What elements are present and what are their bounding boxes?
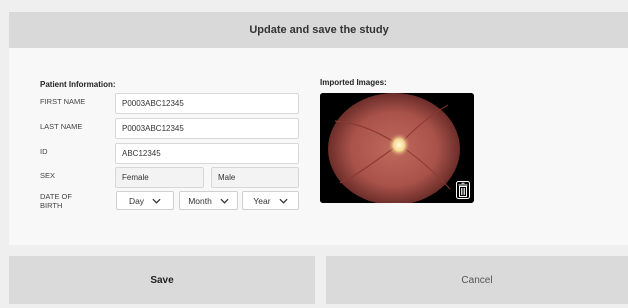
form-panel [9,48,628,245]
fundus-image [320,93,474,203]
chevron-down-icon [220,198,229,204]
id-field[interactable]: ABC12345 [115,143,299,164]
id-label: ID [40,147,48,156]
fundus-image-thumbnail[interactable] [320,93,474,203]
dob-label: DATE OF BIRTH [40,192,72,210]
cancel-button[interactable]: Cancel [326,256,628,304]
chevron-down-icon [279,198,288,204]
dialog-title: Update and save the study [249,24,389,36]
sex-option-female[interactable]: Female [115,167,204,188]
dialog-header: Update and save the study [9,12,628,48]
dob-year-select[interactable]: Year [242,191,299,210]
imported-images-title: Imported Images: [320,78,387,87]
sex-label: SEX [40,171,56,180]
first-name-field[interactable]: P0003ABC12345 [115,93,299,114]
chevron-down-icon [152,198,161,204]
dob-month-select[interactable]: Month [179,191,238,210]
patient-info-title: Patient Information: [40,80,116,89]
last-name-label: LAST NAME [40,122,83,131]
sex-option-male[interactable]: Male [211,167,299,188]
dob-day-value: Day [128,195,145,206]
trash-icon[interactable] [456,181,470,199]
dob-year-value: Year [253,195,271,206]
dob-day-select[interactable]: Day [116,191,174,210]
dob-month-value: Month [188,195,212,206]
save-button[interactable]: Save [9,256,315,304]
last-name-field[interactable]: P0003ABC12345 [115,118,299,139]
first-name-label: FIRST NAME [40,97,86,106]
